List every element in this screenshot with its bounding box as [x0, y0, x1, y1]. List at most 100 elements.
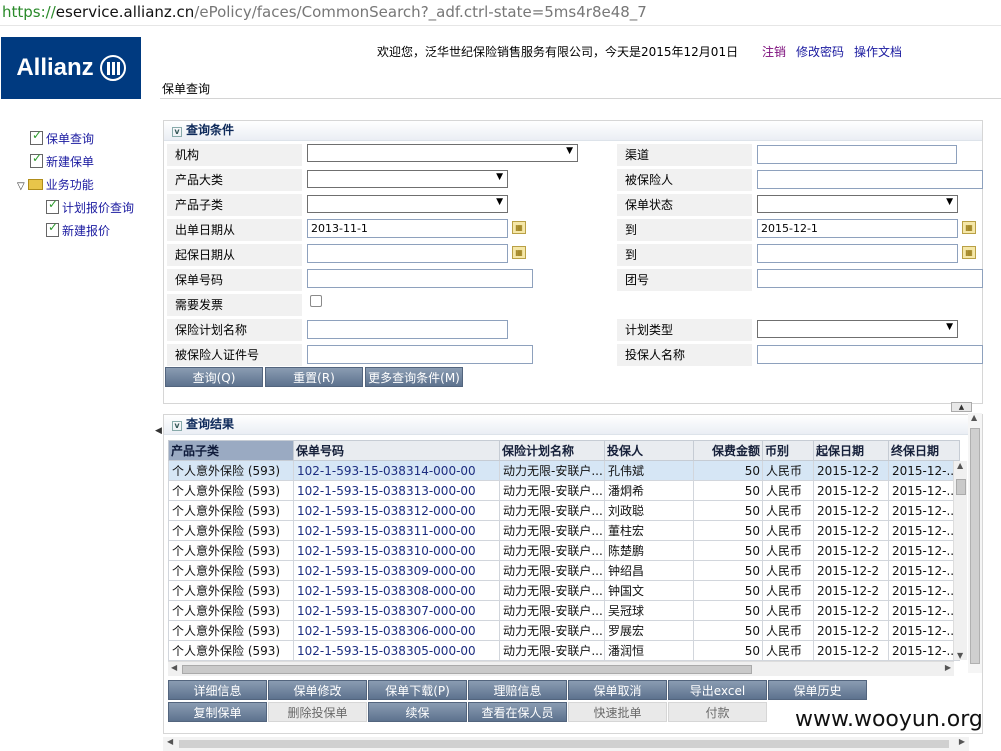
cell-policy-no[interactable]: 102-1-593-15-038308-000-00 [293, 580, 500, 601]
calendar-icon[interactable]: ▦ [512, 221, 526, 234]
calendar-icon[interactable]: ▦ [962, 221, 976, 234]
view-insured-button[interactable]: 查看在保人员 [468, 702, 567, 722]
renew-button[interactable]: 续保 [368, 702, 467, 722]
sidebar-item-new-policy[interactable]: 新建保单 [30, 151, 94, 170]
issue-date-from-field[interactable]: 2013-11-1 [307, 219, 508, 238]
cell-holder: 陈楚鹏 [604, 540, 694, 561]
sidebar-folder-business[interactable]: ▽ 业务功能 [17, 176, 94, 193]
col-header-product-sub[interactable]: 产品子类 [168, 440, 294, 461]
address-bar[interactable]: https://eservice.allianz.cn/ePolicy/face… [0, 0, 1001, 26]
table-row[interactable]: 个人意外保险 (593) 102-1-593-15-038313-000-00 … [168, 480, 960, 501]
cell-policy-no[interactable]: 102-1-593-15-038309-000-00 [293, 560, 500, 581]
org-select[interactable] [307, 144, 578, 162]
collapse-up-icon[interactable]: ▲ [951, 402, 972, 412]
insured-id-field[interactable] [307, 345, 533, 364]
sidebar-item-label: 计划报价查询 [62, 201, 135, 215]
table-vertical-scrollbar[interactable]: ▲ ▼ [953, 461, 967, 660]
detail-button[interactable]: 详细信息 [168, 680, 267, 700]
scroll-thumb[interactable] [179, 740, 949, 748]
channel-field[interactable] [757, 145, 957, 164]
policy-status-select[interactable] [757, 195, 958, 213]
delete-application-button[interactable]: 删除投保单 [268, 702, 367, 722]
sidebar-item-quote-query[interactable]: 计划报价查询 [46, 197, 135, 216]
insured-field[interactable] [757, 170, 983, 189]
plan-name-field[interactable] [307, 320, 508, 339]
table-row[interactable]: 个人意外保险 (593) 102-1-593-15-038311-000-00 … [168, 520, 960, 541]
start-date-to-field[interactable] [757, 244, 958, 263]
cell-policy-no[interactable]: 102-1-593-15-038305-000-00 [293, 640, 500, 661]
sidebar-item-policy-query[interactable]: 保单查询 [30, 128, 94, 147]
calendar-icon[interactable]: ▦ [512, 246, 526, 259]
quick-endorsement-button[interactable]: 快速批单 [568, 702, 667, 722]
table-row[interactable]: 个人意外保险 (593) 102-1-593-15-038314-000-00 … [168, 460, 960, 481]
table-row[interactable]: 个人意外保险 (593) 102-1-593-15-038310-000-00 … [168, 540, 960, 561]
scroll-down-icon[interactable]: ▼ [957, 651, 963, 660]
scroll-thumb[interactable] [956, 479, 966, 495]
col-header-policy-no[interactable]: 保单号码 [293, 440, 500, 461]
scroll-up-icon[interactable]: ▲ [957, 461, 963, 470]
scroll-right-icon[interactable]: ▶ [945, 663, 951, 672]
scroll-left-icon[interactable]: ◀ [167, 737, 173, 746]
cell-policy-no[interactable]: 102-1-593-15-038306-000-00 [293, 620, 500, 641]
col-header-premium[interactable]: 保费金额 [693, 440, 763, 461]
modify-policy-button[interactable]: 保单修改 [268, 680, 367, 700]
cell-end-date: 2015-12-... [888, 600, 960, 621]
scroll-left-icon[interactable]: ◀ [171, 663, 177, 672]
need-invoice-checkbox[interactable] [310, 295, 322, 307]
sidebar-item-new-quote[interactable]: 新建报价 [46, 220, 110, 239]
payment-button[interactable]: 付款 [668, 702, 767, 722]
col-header-holder[interactable]: 投保人 [604, 440, 694, 461]
scroll-thumb[interactable] [970, 428, 980, 664]
results-vertical-scrollbar[interactable]: ▲ [968, 413, 982, 673]
cell-policy-no[interactable]: 102-1-593-15-038312-000-00 [293, 500, 500, 521]
issue-date-to-field[interactable]: 2015-12-1 [757, 219, 958, 238]
cell-policy-no[interactable]: 102-1-593-15-038313-000-00 [293, 480, 500, 501]
scroll-thumb[interactable] [182, 665, 752, 674]
collapse-sidebar-icon[interactable]: ◀ [155, 426, 162, 436]
more-conditions-button[interactable]: 更多查询条件(M) [365, 367, 463, 387]
product-main-select[interactable] [307, 170, 508, 188]
manual-link[interactable]: 操作文档 [854, 43, 902, 60]
holder-name-field[interactable] [757, 345, 983, 364]
cell-policy-no[interactable]: 102-1-593-15-038307-000-00 [293, 600, 500, 621]
page-horizontal-scrollbar[interactable]: ◀ ▶ [163, 737, 969, 751]
download-policy-button[interactable]: 保单下载(P) [368, 680, 467, 700]
table-row[interactable]: 个人意外保险 (593) 102-1-593-15-038309-000-00 … [168, 560, 960, 581]
change-password-link[interactable]: 修改密码 [796, 43, 844, 60]
cell-policy-no[interactable]: 102-1-593-15-038310-000-00 [293, 540, 500, 561]
product-sub-select[interactable] [307, 195, 508, 213]
table-row[interactable]: 个人意外保险 (593) 102-1-593-15-038312-000-00 … [168, 500, 960, 521]
table-row[interactable]: 个人意外保险 (593) 102-1-593-15-038307-000-00 … [168, 600, 960, 621]
search-panel-header[interactable]: v 查询条件 [164, 121, 982, 141]
table-row[interactable]: 个人意外保险 (593) 102-1-593-15-038305-000-00 … [168, 640, 960, 661]
policy-history-button[interactable]: 保单历史 [768, 680, 867, 700]
reset-button[interactable]: 重置(R) [265, 367, 363, 387]
scroll-up-icon[interactable]: ▲ [971, 413, 977, 422]
cancel-policy-button[interactable]: 保单取消 [568, 680, 667, 700]
col-header-start-date[interactable]: 起保日期 [813, 440, 889, 461]
results-panel-header[interactable]: v 查询结果 [164, 415, 982, 435]
expand-triangle-icon[interactable]: ▽ [17, 181, 25, 192]
cell-plan-name: 动力无限-安联户... [499, 540, 605, 561]
cell-policy-no[interactable]: 102-1-593-15-038314-000-00 [293, 460, 500, 481]
logout-link[interactable]: 注销 [762, 43, 786, 60]
copy-policy-button[interactable]: 复制保单 [168, 702, 267, 722]
col-header-end-date[interactable]: 终保日期 [888, 440, 960, 461]
start-date-from-field[interactable] [307, 244, 508, 263]
table-horizontal-scrollbar[interactable]: ◀ ▶ [168, 661, 954, 676]
cell-policy-no[interactable]: 102-1-593-15-038311-000-00 [293, 520, 500, 541]
table-row[interactable]: 个人意外保险 (593) 102-1-593-15-038308-000-00 … [168, 580, 960, 601]
col-header-currency[interactable]: 币别 [762, 440, 814, 461]
export-excel-button[interactable]: 导出excel [668, 680, 767, 700]
calendar-icon[interactable]: ▦ [962, 246, 976, 259]
policy-no-field[interactable] [307, 269, 533, 288]
plan-type-select[interactable] [757, 320, 958, 338]
table-row[interactable]: 个人意外保险 (593) 102-1-593-15-038306-000-00 … [168, 620, 960, 641]
scroll-right-icon[interactable]: ▶ [959, 737, 965, 746]
query-button[interactable]: 查询(Q) [165, 367, 263, 387]
group-no-field[interactable] [757, 269, 983, 288]
chevron-down-icon[interactable]: v [172, 127, 182, 137]
col-header-plan-name[interactable]: 保险计划名称 [499, 440, 605, 461]
chevron-down-icon[interactable]: v [172, 421, 182, 431]
claim-info-button[interactable]: 理赔信息 [468, 680, 567, 700]
